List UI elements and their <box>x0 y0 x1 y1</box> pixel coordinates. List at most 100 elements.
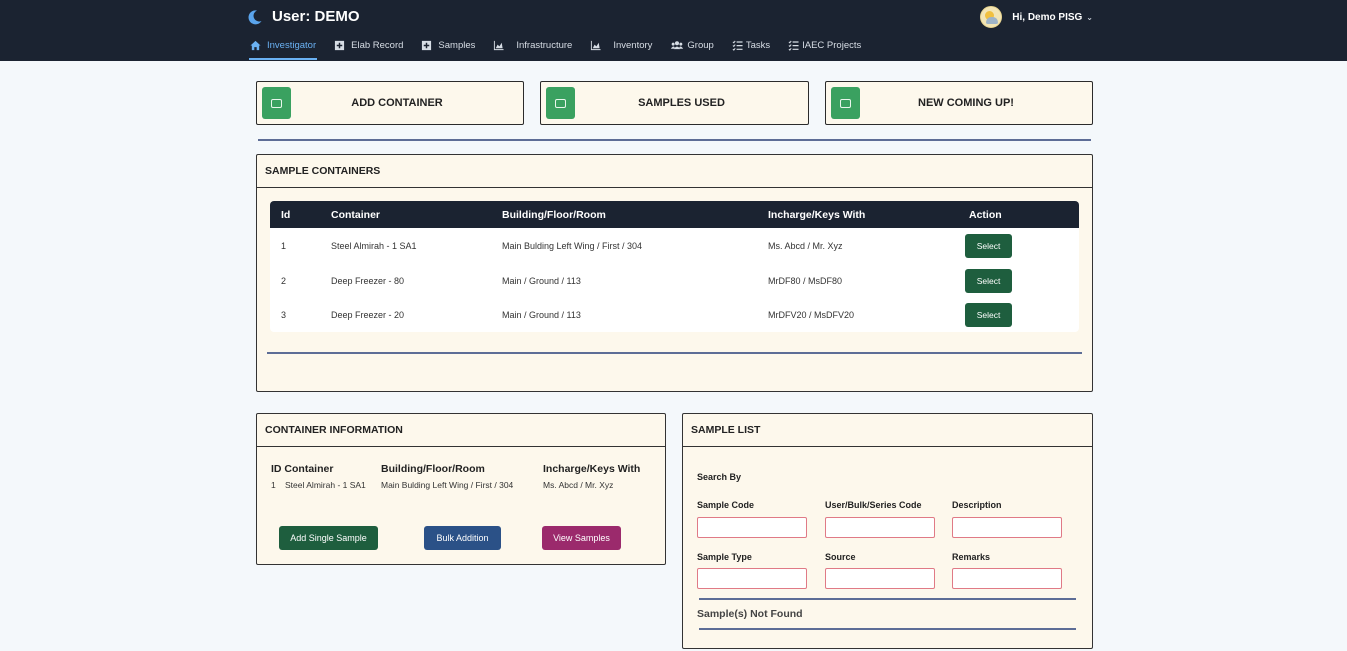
table-row: 3 Deep Freezer - 20 Main / Ground / 113 … <box>270 298 1079 332</box>
sample-containers-panel: SAMPLE CONTAINERS Id Container Building/… <box>256 154 1093 392</box>
add-container-button[interactable]: ADD CONTAINER <box>256 81 524 125</box>
nav-investigator[interactable]: Investigator <box>248 36 318 60</box>
panel-title: SAMPLE CONTAINERS <box>257 155 1092 188</box>
info-building: Main Bulding Left Wing / First / 304 <box>381 480 514 490</box>
info-id: 1 <box>271 480 276 490</box>
search-by-label: Search By <box>697 472 742 482</box>
view-samples-button[interactable]: View Samples <box>542 526 621 550</box>
chevron-down-icon[interactable]: ⌄ <box>1086 13 1093 22</box>
tasks-icon <box>732 40 743 51</box>
nav-label: IAEC Projects <box>802 39 862 51</box>
top-navbar: User: DEMO Hi, Demo PISG ⌄ Investigator … <box>0 0 1347 61</box>
cell-location: Main / Ground / 113 <box>502 310 581 320</box>
plus-square-icon <box>422 40 432 50</box>
new-coming-label: NEW COMING UP! <box>918 97 1014 109</box>
user-menu[interactable]: Hi, Demo PISG ⌄ <box>980 6 1093 28</box>
remarks-label: Remarks <box>952 552 991 562</box>
wallet-icon <box>546 87 575 119</box>
nav-label: Infrastructure <box>516 39 573 51</box>
select-button[interactable]: Select <box>965 303 1012 327</box>
divider <box>699 598 1076 600</box>
nav-samples[interactable]: Samples <box>421 36 475 54</box>
new-coming-button[interactable]: NEW COMING UP! <box>825 81 1093 125</box>
container-info-panel: CONTAINER INFORMATION ID Container Build… <box>256 413 666 565</box>
nav-label: Elab Record <box>351 39 404 51</box>
cell-container: Deep Freezer - 20 <box>331 310 405 320</box>
series-code-label: User/Bulk/Series Code <box>825 500 922 510</box>
add-single-sample-button[interactable]: Add Single Sample <box>279 526 378 550</box>
plus-square-icon <box>335 40 345 50</box>
info-incharge: Ms. Abcd / Mr. Xyz <box>543 480 614 490</box>
wallet-icon <box>831 87 860 119</box>
cell-container: Deep Freezer - 80 <box>331 275 405 286</box>
tasks-icon <box>788 40 799 51</box>
area-chart-icon <box>591 40 601 50</box>
sample-list-panel: SAMPLE LIST Search By Sample Code User/B… <box>682 413 1093 649</box>
description-input[interactable] <box>952 517 1062 538</box>
id-container-heading: ID Container <box>271 463 334 475</box>
description-label: Description <box>952 500 1002 510</box>
info-container: Steel Almirah - 1 SA1 <box>285 480 366 490</box>
col-incharge: Incharge/Keys With <box>768 208 866 221</box>
cell-id: 3 <box>281 310 287 320</box>
nav-label: Investigator <box>267 39 317 51</box>
divider <box>699 628 1076 630</box>
table-row: 2 Deep Freezer - 80 Main / Ground / 113 … <box>270 263 1079 298</box>
col-id: Id <box>281 208 291 221</box>
nav-group[interactable]: Group <box>670 36 714 54</box>
sample-type-label: Sample Type <box>697 552 752 562</box>
brand: User: DEMO <box>247 8 360 25</box>
moon-icon[interactable] <box>247 9 263 25</box>
col-location: Building/Floor/Room <box>502 208 606 221</box>
cell-id: 1 <box>281 240 287 251</box>
nav-elab-record[interactable]: Elab Record <box>334 36 403 54</box>
col-container: Container <box>331 208 381 221</box>
containers-table: Id Container Building/Floor/Room Incharg… <box>270 201 1079 332</box>
cell-location: Main / Ground / 113 <box>502 275 581 286</box>
add-container-label: ADD CONTAINER <box>351 97 443 109</box>
source-label: Source <box>825 552 856 562</box>
bulk-addition-button[interactable]: Bulk Addition <box>424 526 501 550</box>
cell-location: Main Bulding Left Wing / First / 304 <box>502 240 643 251</box>
remarks-input[interactable] <box>952 568 1062 589</box>
nav-label: Samples <box>438 39 476 51</box>
col-action: Action <box>969 208 1002 221</box>
panel-title: CONTAINER INFORMATION <box>257 414 665 447</box>
select-button[interactable]: Select <box>965 233 1012 258</box>
cell-container: Steel Almirah - 1 SA1 <box>331 240 417 251</box>
user-greeting[interactable]: Hi, Demo PISG <box>1012 12 1082 23</box>
source-input[interactable] <box>825 568 935 589</box>
nav-inventory[interactable]: Inventory <box>590 36 652 54</box>
incharge-heading: Incharge/Keys With <box>543 463 641 475</box>
page-title: User: DEMO <box>272 8 360 25</box>
avatar[interactable] <box>980 6 1003 28</box>
users-icon <box>671 40 684 49</box>
cell-incharge: MrDF80 / MsDF80 <box>768 275 843 286</box>
divider <box>267 352 1082 354</box>
panel-title: SAMPLE LIST <box>683 414 1092 447</box>
home-icon <box>250 40 261 50</box>
table-header: Id Container Building/Floor/Room Incharg… <box>270 201 1079 228</box>
sample-code-input[interactable] <box>697 517 807 538</box>
nav-tasks[interactable]: Tasks <box>732 36 770 54</box>
nav-label: Group <box>687 39 714 51</box>
nav-label: Inventory <box>613 39 653 51</box>
nav-iaec-projects[interactable]: IAEC Projects <box>788 36 861 54</box>
sample-type-input[interactable] <box>697 568 807 589</box>
series-code-input[interactable] <box>825 517 935 538</box>
wallet-icon <box>262 87 291 119</box>
area-chart-icon <box>494 40 504 50</box>
main-nav: Investigator Elab Record Samples Infrast… <box>248 36 879 60</box>
table-row: 1 Steel Almirah - 1 SA1 Main Bulding Lef… <box>270 228 1079 263</box>
cell-incharge: Ms. Abcd / Mr. Xyz <box>768 240 843 251</box>
sample-code-label: Sample Code <box>697 500 755 510</box>
nav-infrastructure[interactable]: Infrastructure <box>493 36 572 54</box>
divider <box>258 139 1091 141</box>
samples-used-label: SAMPLES USED <box>638 97 725 109</box>
cell-incharge: MrDFV20 / MsDFV20 <box>768 310 855 320</box>
empty-state-message: Sample(s) Not Found <box>697 608 803 620</box>
select-button[interactable]: Select <box>965 268 1012 293</box>
nav-label: Tasks <box>745 39 771 51</box>
building-heading: Building/Floor/Room <box>381 463 485 475</box>
samples-used-button[interactable]: SAMPLES USED <box>540 81 809 125</box>
